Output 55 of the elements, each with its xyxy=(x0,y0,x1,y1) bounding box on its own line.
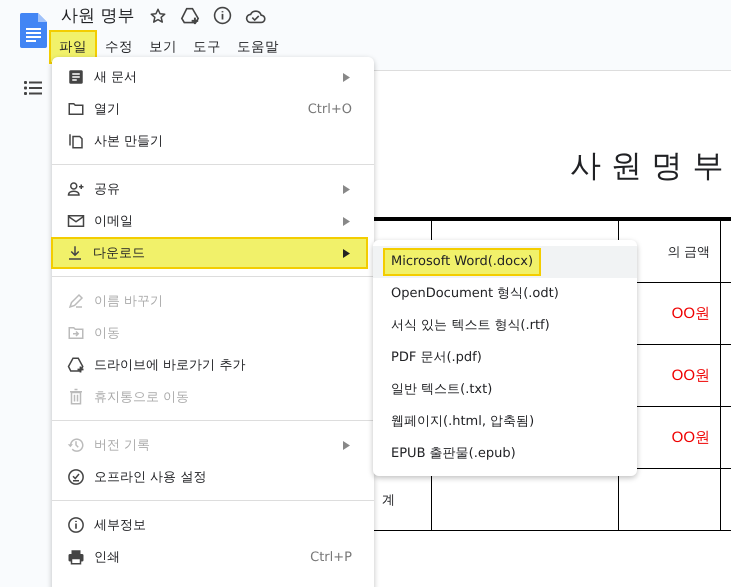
menu-item[interactable]: Microsoft Word(.docx) xyxy=(383,248,542,276)
menu-item[interactable]: 오프라인 사용 설정 xyxy=(52,461,368,493)
menu-item[interactable]: 공유 xyxy=(52,173,368,205)
menu-item[interactable]: 드라이브에 바로가기 추가 xyxy=(52,349,368,381)
menu-item[interactable]: 일반 텍스트(.txt) xyxy=(383,376,500,404)
menu-item[interactable]: 다운로드 xyxy=(51,237,368,269)
drive-add-icon[interactable] xyxy=(180,6,200,24)
menu-tab[interactable]: 보기 xyxy=(141,30,185,64)
trash-icon xyxy=(67,388,85,406)
menu-item[interactable]: 사본 만들기 xyxy=(52,125,368,157)
menu-item[interactable]: 웹페이지(.html, 압축됨) xyxy=(383,408,542,436)
copy-icon xyxy=(67,132,85,150)
menu-item[interactable]: 열기 Ctrl+O xyxy=(52,93,368,125)
add-person-icon xyxy=(67,180,85,198)
table-cell: 의 금액 xyxy=(667,244,710,258)
menu-item[interactable]: EPUB 출판물(.epub) xyxy=(383,440,524,468)
history-icon xyxy=(67,436,85,454)
outline-icon[interactable] xyxy=(24,81,42,95)
menu-tab[interactable]: 도움말 xyxy=(229,30,287,64)
menu-item[interactable]: 이메일 xyxy=(52,205,368,237)
submenu-arrow-icon xyxy=(343,216,350,226)
menu-tab[interactable]: 도구 xyxy=(185,30,229,64)
folder-icon xyxy=(67,100,85,118)
menu-item[interactable]: 서식 있는 텍스트 형식(.rtf) xyxy=(383,312,558,340)
menu-item[interactable]: 세부정보 xyxy=(52,509,368,541)
table-cell: OO원 xyxy=(672,305,710,322)
folder-arrow-icon xyxy=(67,324,85,342)
submenu-arrow-icon xyxy=(343,184,350,194)
menu-item[interactable]: 새 문서 xyxy=(52,61,368,93)
document-title[interactable]: 사원 명부 xyxy=(61,4,134,27)
pencil-icon xyxy=(67,292,85,310)
check-circle-icon xyxy=(67,468,85,486)
info-icon[interactable] xyxy=(213,6,232,25)
download-icon xyxy=(66,244,84,262)
mail-icon xyxy=(67,212,85,230)
shortcut-label: Ctrl+P xyxy=(310,550,352,564)
menu-item[interactable]: OpenDocument 형식(.odt) xyxy=(383,280,567,308)
menu-item[interactable]: PDF 문서(.pdf) xyxy=(383,344,490,372)
submenu-arrow-icon xyxy=(343,248,350,258)
printer-icon xyxy=(67,548,85,566)
star-icon[interactable] xyxy=(149,6,168,24)
cloud-check-icon[interactable] xyxy=(245,8,266,24)
submenu-arrow-icon xyxy=(343,72,350,82)
table-cell: OO원 xyxy=(672,429,710,446)
docs-logo-icon[interactable] xyxy=(20,13,47,48)
document-icon xyxy=(67,68,85,86)
table-cell: OO원 xyxy=(672,367,710,384)
submenu-arrow-icon xyxy=(343,440,350,450)
drive-add-icon xyxy=(67,356,85,374)
document-heading: 사 원 명 부 xyxy=(570,147,725,186)
menu-tab[interactable]: 수정 xyxy=(97,30,141,64)
shortcut-label: Ctrl+O xyxy=(308,102,352,116)
info-icon xyxy=(67,516,85,534)
table-cell: 계 xyxy=(382,492,395,506)
menu-item[interactable]: 인쇄 Ctrl+P xyxy=(52,541,368,573)
